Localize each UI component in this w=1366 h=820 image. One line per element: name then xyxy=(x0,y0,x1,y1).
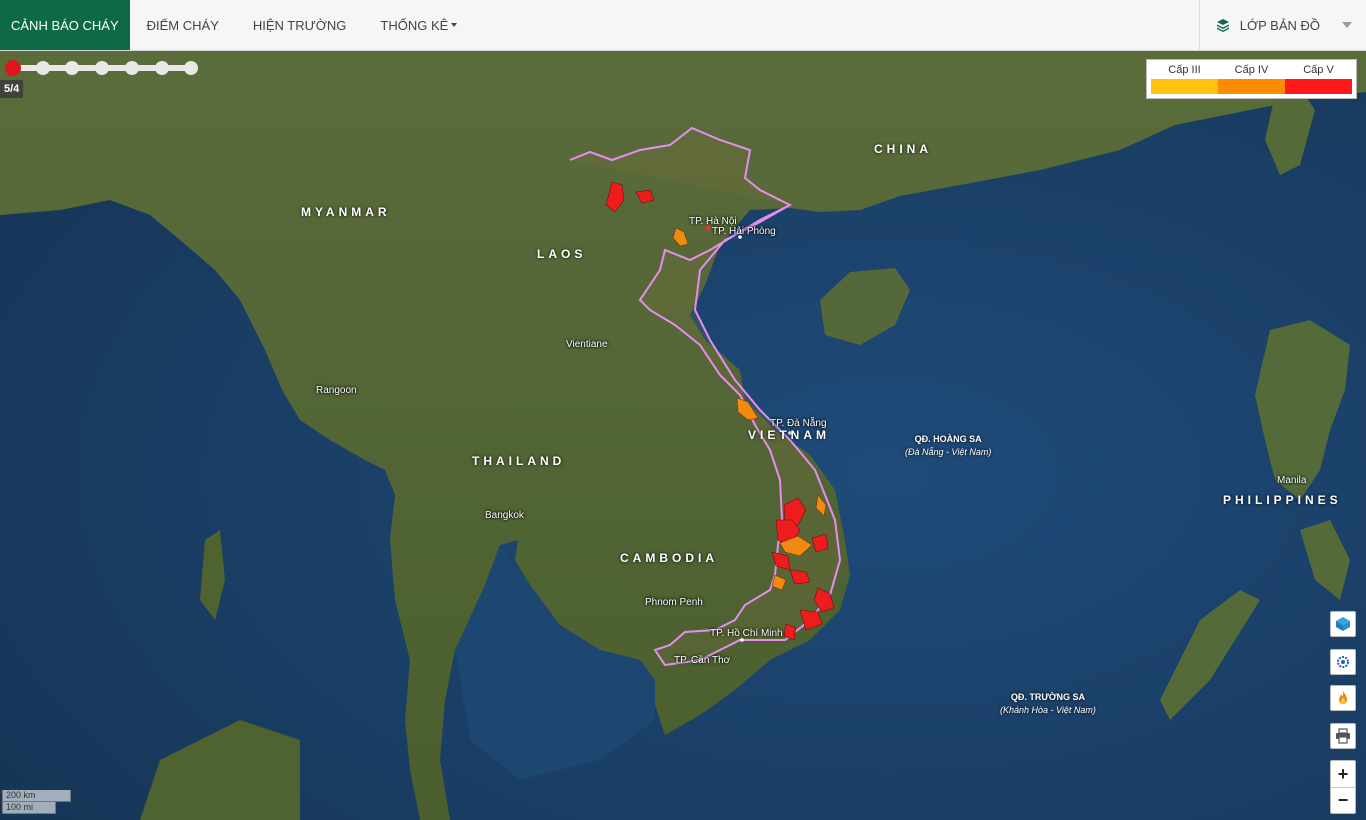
label-hai-phong: TP. Hải Phòng xyxy=(712,226,776,237)
label-rangoon: Rangoon xyxy=(316,385,357,396)
timeline-step-7[interactable] xyxy=(184,61,198,75)
layers-icon xyxy=(1216,19,1229,32)
basemap-layers-button[interactable] xyxy=(1330,611,1356,637)
legend-swatch-cap-iii xyxy=(1151,79,1218,94)
legend-label-cap-iii: Cấp III xyxy=(1168,64,1201,76)
tab-diem-chay[interactable]: ĐIỂM CHÁY xyxy=(130,0,236,50)
timeline-step-5[interactable] xyxy=(125,61,139,75)
label-ho-chi-minh: TP. Hồ Chí Minh xyxy=(710,628,783,639)
scale-mi: 100 mi xyxy=(2,802,56,814)
truong-sa-name: QĐ. TRƯỜNG SA xyxy=(1010,692,1086,702)
top-nav: CẢNH BÁO CHÁY ĐIỂM CHÁY HIỆN TRƯỜNG THỐN… xyxy=(0,0,1366,51)
timeline-step-1[interactable] xyxy=(5,60,21,76)
legend-swatch-cap-v xyxy=(1285,79,1352,94)
label-can-tho: TP. Cần Thơ xyxy=(674,655,731,666)
tab-canh-bao-chay[interactable]: CẢNH BÁO CHÁY xyxy=(0,0,130,50)
timeline-step-4[interactable] xyxy=(95,61,109,75)
label-bangkok: Bangkok xyxy=(485,510,524,521)
legend-label-cap-v: Cấp V xyxy=(1303,64,1334,76)
label-philippines: PHILIPPINES xyxy=(1223,493,1342,507)
label-china: CHINA xyxy=(874,142,932,156)
timeline-step-2[interactable] xyxy=(36,61,50,75)
print-icon xyxy=(1336,728,1350,744)
settings-button[interactable] xyxy=(1330,649,1356,675)
satellite-basemap xyxy=(0,51,1366,820)
label-hoang-sa: QĐ. HOÀNG SA (Đà Nẵng - Việt Nam) xyxy=(905,434,991,457)
map-view[interactable]: MYANMAR LAOS CHINA THAILAND CAMBODIA VIE… xyxy=(0,51,1366,820)
label-phnom-penh: Phnom Penh xyxy=(645,597,703,608)
dropdown-arrow-icon xyxy=(1342,22,1352,28)
label-cambodia: CAMBODIA xyxy=(620,551,718,565)
tab-hien-truong[interactable]: HIỆN TRƯỜNG xyxy=(236,0,364,50)
label-da-nang: TP. Đà Nẵng xyxy=(770,418,827,429)
scale-bar: 200 km 100 mi xyxy=(2,790,71,814)
map-layers-label: LỚP BẢN ĐỒ xyxy=(1239,17,1320,33)
tab-thong-ke-label: THỐNG KÊ xyxy=(380,17,449,33)
tab-thong-ke[interactable]: THỐNG KÊ xyxy=(363,0,474,50)
print-button[interactable] xyxy=(1330,723,1356,749)
map-layers-dropdown[interactable]: LỚP BẢN ĐỒ xyxy=(1198,0,1366,50)
label-vietnam: VIETNAM xyxy=(748,428,830,442)
zoom-out-button[interactable]: − xyxy=(1331,787,1355,813)
fire-level-legend: Cấp III Cấp IV Cấp V xyxy=(1146,59,1357,99)
label-laos: LAOS xyxy=(537,247,587,261)
label-truong-sa: QĐ. TRƯỜNG SA (Khánh Hòa - Việt Nam) xyxy=(1000,692,1096,715)
label-myanmar: MYANMAR xyxy=(301,205,391,219)
timeline-date-label: 5/4 xyxy=(0,80,24,98)
hoang-sa-sub: (Đà Nẵng - Việt Nam) xyxy=(905,447,992,457)
layers-cube-icon xyxy=(1336,617,1350,631)
fire-hotspot-button[interactable] xyxy=(1330,685,1356,711)
legend-label-cap-iv: Cấp IV xyxy=(1234,64,1269,76)
fire-icon xyxy=(1339,691,1347,704)
hoang-sa-name: QĐ. HOÀNG SA xyxy=(914,434,982,444)
scale-km: 200 km xyxy=(2,790,71,802)
settings-gear-icon xyxy=(1337,656,1349,668)
zoom-in-button[interactable]: + xyxy=(1331,761,1355,787)
caret-down-icon xyxy=(451,23,458,27)
label-thailand: THAILAND xyxy=(472,454,566,468)
timeline-step-3[interactable] xyxy=(65,61,79,75)
truong-sa-sub: (Khánh Hòa - Việt Nam) xyxy=(1000,705,1096,715)
label-manila: Manila xyxy=(1277,475,1307,486)
label-vientiane: Vientiane xyxy=(566,339,608,350)
timeline-step-6[interactable] xyxy=(155,61,169,75)
legend-swatch-cap-iv xyxy=(1218,79,1285,94)
zoom-control: + − xyxy=(1330,760,1356,814)
